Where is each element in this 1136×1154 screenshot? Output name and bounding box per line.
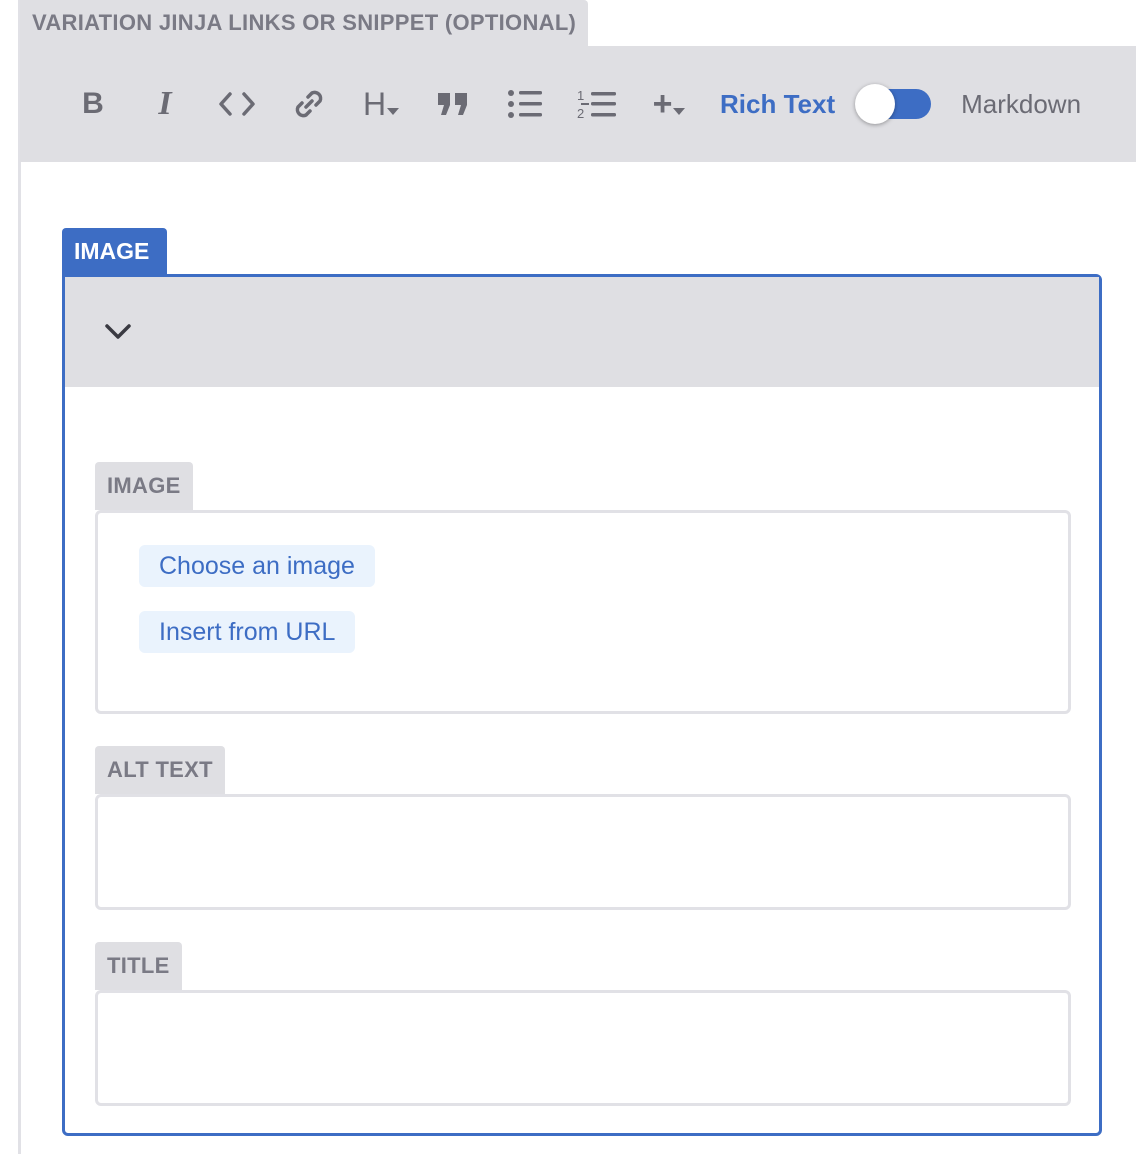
code-icon bbox=[219, 92, 255, 116]
choose-image-button[interactable]: Choose an image bbox=[139, 545, 375, 587]
chevron-down-icon bbox=[105, 324, 131, 339]
collapse-button[interactable] bbox=[99, 313, 137, 351]
numbered-list-icon: 12 bbox=[577, 88, 616, 121]
italic-button[interactable]: I bbox=[136, 75, 194, 133]
image-block: IMAGE Choose an image Insert from URL AL… bbox=[62, 274, 1102, 1136]
blockquote-icon bbox=[438, 93, 467, 115]
editor-mode-toggle[interactable] bbox=[855, 84, 932, 124]
image-field-label: IMAGE bbox=[95, 462, 193, 510]
image-field-box: Choose an image Insert from URL bbox=[95, 510, 1071, 714]
svg-text:1: 1 bbox=[577, 88, 584, 103]
insert-from-url-button[interactable]: Insert from URL bbox=[139, 611, 356, 653]
dropdown-caret-icon bbox=[387, 108, 400, 115]
blockquote-button[interactable] bbox=[424, 75, 482, 133]
heading-dropdown-button[interactable]: H bbox=[352, 75, 410, 133]
title-field-label: TITLE bbox=[95, 942, 182, 990]
image-block-tab: IMAGE bbox=[62, 228, 168, 274]
bulleted-list-icon bbox=[508, 90, 542, 118]
rich-text-mode-label[interactable]: Rich Text bbox=[720, 89, 835, 120]
numbered-list-button[interactable]: 12 bbox=[568, 75, 626, 133]
editor-toolbar: B I H 12 + Rich Text Markdown bbox=[20, 46, 1136, 162]
markdown-mode-label[interactable]: Markdown bbox=[961, 89, 1081, 120]
add-component-dropdown-button[interactable]: + bbox=[640, 75, 698, 133]
italic-icon: I bbox=[158, 85, 172, 122]
image-block-header bbox=[65, 277, 1099, 387]
title-field-box bbox=[95, 990, 1071, 1106]
svg-text:2: 2 bbox=[577, 106, 584, 121]
alt-text-input[interactable] bbox=[98, 797, 1068, 907]
field-label: VARIATION JINJA LINKS OR SNIPPET (OPTION… bbox=[20, 0, 589, 46]
bold-button[interactable]: B bbox=[64, 75, 122, 133]
bold-icon: B bbox=[82, 87, 104, 120]
dropdown-caret-icon bbox=[673, 108, 686, 115]
toggle-knob bbox=[855, 84, 896, 124]
left-border-rule bbox=[18, 0, 21, 1154]
bulleted-list-button[interactable] bbox=[496, 75, 554, 133]
add-component-dropdown-icon: + bbox=[652, 85, 673, 123]
heading-dropdown-icon: H bbox=[362, 86, 387, 122]
link-button[interactable] bbox=[280, 75, 338, 133]
alt-text-field-box bbox=[95, 794, 1071, 910]
alt-text-field-label: ALT TEXT bbox=[95, 746, 225, 794]
code-button[interactable] bbox=[208, 75, 266, 133]
title-input[interactable] bbox=[98, 993, 1068, 1103]
link-icon bbox=[295, 90, 323, 118]
